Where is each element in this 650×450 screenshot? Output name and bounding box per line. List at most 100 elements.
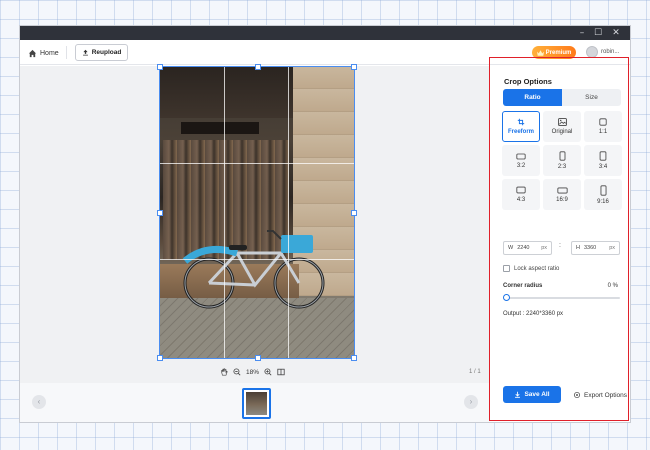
export-options-label: Export Options <box>584 391 627 399</box>
landscape-icon <box>516 153 526 159</box>
image-icon <box>557 118 567 126</box>
home-button[interactable]: Home <box>28 47 59 59</box>
premium-button[interactable]: Premium <box>532 46 576 59</box>
dimension-inputs: W 2240 px : H 3360 px <box>503 241 623 255</box>
crop-icon <box>517 118 525 126</box>
ratio-label: Freeform <box>507 129 534 135</box>
ratio-label: 1:1 <box>598 129 608 135</box>
compare-icon[interactable] <box>277 368 285 376</box>
ratio-option-3-4[interactable]: 3:4 <box>584 145 622 176</box>
height-value[interactable]: 3360 <box>584 245 596 251</box>
zoom-level: 18% <box>246 368 260 376</box>
minimize-button[interactable]: – <box>574 26 590 40</box>
output-size: Output : 2240*3360 px <box>503 311 564 317</box>
top-toolbar: Home Reupload Premium robin... <box>20 40 630 65</box>
page-count: 1 / 1 <box>469 369 481 375</box>
crop-grid-line <box>224 67 226 358</box>
zoom-out-icon[interactable] <box>233 368 241 376</box>
tall-icon <box>600 184 606 196</box>
crop-handle-bottom-left[interactable] <box>157 355 163 361</box>
crop-handle-top-left[interactable] <box>157 64 163 70</box>
crop-grid-line <box>160 259 354 261</box>
home-icon <box>28 49 37 57</box>
panel-title: Crop Options <box>504 77 552 86</box>
width-unit: px <box>541 245 547 251</box>
height-unit: px <box>609 245 615 251</box>
app-window: – ☐ ✕ Home Reupload Premium robin... 18%… <box>20 26 630 422</box>
crop-handle-bottom[interactable] <box>255 355 261 361</box>
title-bar: – ☐ ✕ <box>20 26 630 40</box>
ratio-option-original[interactable]: Original <box>543 111 581 142</box>
upload-icon <box>82 49 88 56</box>
toolbar-divider <box>66 46 67 59</box>
width-field[interactable]: W 2240 px <box>503 241 552 255</box>
corner-radius-label: Corner radius <box>503 283 543 289</box>
zoom-toolbar: 18% <box>220 366 285 378</box>
square-icon <box>599 118 607 126</box>
lock-aspect-row[interactable]: Lock aspect ratio <box>503 265 559 272</box>
ratio-option-freeform[interactable]: Freeform <box>502 111 540 142</box>
reupload-label: Reupload <box>91 49 122 56</box>
ratio-option-16-9[interactable]: 16:9 <box>543 179 581 210</box>
avatar[interactable] <box>586 46 598 58</box>
width-value[interactable]: 2240 <box>517 245 529 251</box>
gear-icon <box>573 391 581 399</box>
ratio-label: Original <box>551 129 573 135</box>
crown-icon <box>536 49 544 56</box>
corner-radius-slider-thumb[interactable] <box>503 294 510 301</box>
zoom-in-icon[interactable] <box>264 368 272 376</box>
crop-handle-bottom-right[interactable] <box>351 355 357 361</box>
ratio-label: 2:3 <box>557 164 567 170</box>
save-all-label: Save All <box>524 391 550 398</box>
ratio-option-3-2[interactable]: 3:2 <box>502 145 540 176</box>
crop-options-panel: Crop Options Ratio Size Freeform Origina… <box>491 66 630 422</box>
corner-radius-slider[interactable] <box>506 297 620 299</box>
premium-label: Premium <box>545 49 572 56</box>
tab-size[interactable]: Size <box>562 89 621 106</box>
ratio-label: 16:9 <box>556 196 568 203</box>
ratio-option-1-1[interactable]: 1:1 <box>584 111 622 142</box>
thumbnail-image <box>246 392 267 415</box>
reupload-button[interactable]: Reupload <box>75 44 128 61</box>
crop-handle-right[interactable] <box>351 210 357 216</box>
hand-pan-icon[interactable] <box>220 368 228 376</box>
crop-handle-left[interactable] <box>157 210 163 216</box>
crop-frame[interactable] <box>157 64 357 361</box>
ratio-label: 4:3 <box>516 197 526 203</box>
lock-aspect-checkbox[interactable] <box>503 265 510 272</box>
save-all-button[interactable]: Save All <box>503 386 561 403</box>
crop-handle-top[interactable] <box>255 64 261 70</box>
dimension-link-icon[interactable]: : <box>559 242 561 249</box>
ratio-label: 3:4 <box>598 164 608 170</box>
ratio-label: 9:16 <box>597 198 609 205</box>
lock-aspect-label: Lock aspect ratio <box>514 265 560 272</box>
ratio-option-2-3[interactable]: 2:3 <box>543 145 581 176</box>
wide-icon <box>556 187 568 193</box>
ratio-option-4-3[interactable]: 4:3 <box>502 179 540 210</box>
download-icon <box>515 391 521 398</box>
tab-ratio[interactable]: Ratio <box>503 89 562 106</box>
portrait-icon <box>599 151 607 161</box>
ratio-size-toggle: Ratio Size <box>503 89 621 106</box>
canvas-area: 18% 1 / 1 ‹ › <box>20 64 490 422</box>
next-image-button[interactable]: › <box>464 395 478 409</box>
thumbnail-strip: ‹ › <box>20 383 490 422</box>
width-prefix: W <box>508 245 514 251</box>
height-prefix: H <box>576 245 580 251</box>
close-button[interactable]: ✕ <box>608 26 624 40</box>
home-label: Home <box>40 49 59 57</box>
image-thumbnail[interactable] <box>242 388 271 419</box>
user-name[interactable]: robin... <box>601 49 619 55</box>
crop-grid-line <box>160 163 354 165</box>
portrait-icon <box>559 151 565 161</box>
ratio-option-9-16[interactable]: 9:16 <box>584 179 622 210</box>
landscape-icon <box>516 186 526 194</box>
crop-handle-top-right[interactable] <box>351 64 357 70</box>
maximize-button[interactable]: ☐ <box>590 26 606 40</box>
ratio-label: 3:2 <box>516 162 526 169</box>
corner-radius-value: 0 % <box>607 283 618 289</box>
crop-grid-line <box>288 67 290 358</box>
export-options-button[interactable]: Export Options <box>573 391 627 399</box>
height-field[interactable]: H 3360 px <box>571 241 620 255</box>
prev-image-button[interactable]: ‹ <box>32 395 46 409</box>
